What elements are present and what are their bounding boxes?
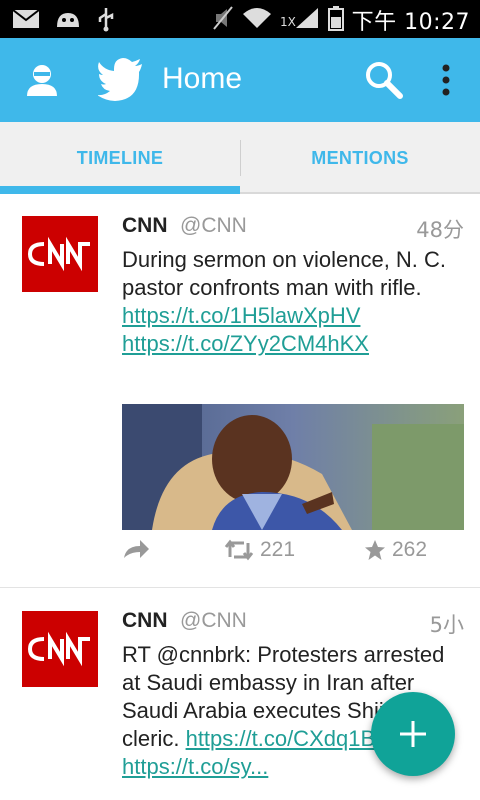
tweet-timestamp: 48分 [416, 218, 464, 242]
tab-bar: TIMELINE MENTIONS [0, 122, 480, 194]
avatar[interactable] [22, 611, 98, 687]
profile-icon[interactable] [24, 62, 60, 98]
tweet-text-container: During sermon on violence, N. C. pastor … [122, 246, 456, 358]
tweet-item[interactable]: CNN @CNN 48分 During sermon on violence, … [0, 194, 480, 588]
favorite-count: 262 [392, 538, 428, 561]
usb-icon [96, 6, 116, 36]
reply-button[interactable] [122, 538, 150, 560]
retweet-button[interactable]: 221 [224, 538, 295, 562]
status-bar: 1X 下午 10:27 [0, 0, 480, 38]
tweet-media-image[interactable] [122, 404, 464, 530]
tweet-author-name[interactable]: CNN [122, 609, 168, 633]
tweet-actions: 221 262 [122, 538, 464, 572]
cnn-logo-icon [22, 216, 98, 292]
battery-icon [327, 5, 344, 35]
android-icon [54, 9, 82, 33]
mail-icon [12, 9, 40, 33]
page-title: Home [162, 62, 243, 95]
overflow-menu-icon[interactable] [434, 62, 458, 98]
action-bar: Home [0, 38, 480, 122]
tweet-link[interactable]: https://t.co/ZYy2CM4hKX [122, 331, 369, 356]
tweet-text: During sermon on violence, N. C. pastor … [122, 247, 447, 300]
mute-icon [212, 5, 234, 35]
tab-selected-indicator [0, 186, 240, 194]
star-icon [365, 540, 385, 560]
tweet-link[interactable]: https://t.co/1H5lawXpHV [122, 303, 360, 328]
retweet-count: 221 [260, 538, 296, 561]
signal-icon: 1X [280, 6, 320, 34]
twitter-bird-icon [97, 58, 144, 102]
tab-timeline[interactable]: TIMELINE [0, 122, 240, 194]
reply-icon [124, 540, 149, 558]
plus-icon [400, 721, 426, 747]
compose-tweet-button[interactable] [371, 692, 455, 776]
tweet-author-handle: @CNN [180, 609, 247, 632]
avatar[interactable] [22, 216, 98, 292]
tweet-author-name[interactable]: CNN [122, 214, 168, 238]
tweet-author-handle: @CNN [180, 214, 247, 237]
tab-mentions[interactable]: MENTIONS [240, 122, 480, 194]
wifi-icon [242, 6, 272, 34]
tweet-link[interactable]: https://t.co/sy... [122, 754, 268, 779]
favorite-button[interactable]: 262 [364, 538, 427, 562]
tweet-header: CNN @CNN 48分 [122, 214, 464, 244]
cnn-logo-icon [22, 611, 98, 687]
svg-text:1X: 1X [280, 15, 296, 29]
search-icon[interactable] [364, 60, 404, 100]
status-time: 下午 10:27 [351, 10, 470, 35]
tweet-header: CNN @CNN 5小 [122, 609, 464, 639]
tweet-timestamp: 5小 [429, 613, 464, 637]
retweet-icon [224, 539, 254, 561]
